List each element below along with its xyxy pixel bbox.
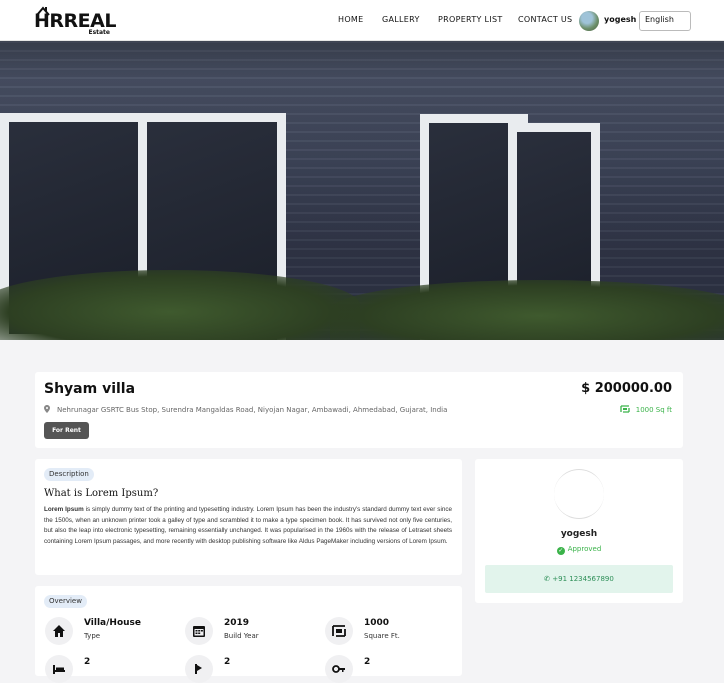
top-navbar: HRREAL Estate HOME GALLERY PROPERTY LIST… [0, 0, 724, 41]
status-badge: For Rent [44, 422, 89, 439]
overview-card [35, 586, 462, 676]
overview-square-ft-value: 1000 [364, 618, 390, 628]
logo-subtext: Estate [88, 29, 110, 36]
property-address: Nehrunagar GSRTC Bus Stop, Surendra Mang… [44, 405, 447, 414]
description-pill: Description [44, 468, 94, 481]
phone-icon: ✆ [544, 575, 551, 583]
property-price: $ 200000.00 [581, 381, 672, 396]
call-agent-button[interactable]: ✆ +91 1234567890 [485, 565, 673, 593]
property-area: 1000 Sq ft [620, 405, 672, 414]
overview-type-label: Type [84, 632, 101, 640]
overview-pill: Overview [44, 595, 87, 608]
overview-square-ft-label: Square Ft. [364, 632, 400, 640]
home-icon [45, 617, 73, 645]
agent-avatar [554, 469, 604, 519]
nav-link-home[interactable]: HOME [338, 15, 363, 24]
user-avatar[interactable] [579, 11, 599, 31]
nav-link-property-list[interactable]: PROPERTY LIST [438, 15, 503, 24]
bed-icon [45, 655, 73, 683]
nav-link-contact-us[interactable]: CONTACT US [518, 15, 572, 24]
agent-status: ✓ Approved [556, 545, 602, 555]
bath-icon [185, 655, 213, 683]
overview-type-value: Villa/House [84, 618, 142, 628]
property-hero-image [0, 41, 724, 340]
overview-bedrooms-value: 2 [84, 657, 91, 667]
area-icon [325, 617, 353, 645]
agent-name: yogesh [560, 529, 598, 539]
area-icon [620, 405, 630, 413]
overview-build-year-label: Build Year [224, 632, 259, 640]
property-title: Shyam villa [44, 381, 136, 397]
user-name[interactable]: yogesh [604, 15, 636, 24]
check-circle-icon: ✓ [556, 547, 565, 555]
site-logo[interactable]: HRREAL Estate [34, 6, 116, 36]
nav-link-gallery[interactable]: GALLERY [382, 15, 420, 24]
overview-build-year-value: 2019 [224, 618, 250, 628]
description-heading: What is Lorem Ipsum? [44, 488, 159, 499]
calendar-icon [185, 617, 213, 645]
location-pin-icon [44, 405, 50, 413]
overview-bathrooms-value: 2 [224, 657, 231, 667]
key-icon [325, 655, 353, 683]
overview-garages-value: 2 [364, 657, 371, 667]
language-select[interactable]: English [639, 11, 691, 31]
description-text: Lorem Ipsum is simply dummy text of the … [44, 506, 452, 545]
